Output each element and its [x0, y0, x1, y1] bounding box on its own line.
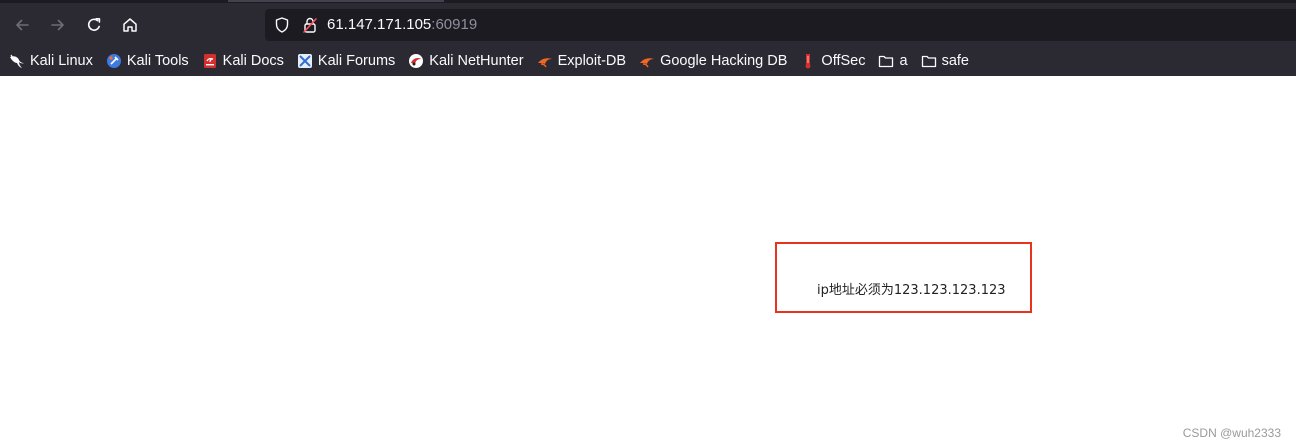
bookmark-kali-docs[interactable]: Kali Docs: [202, 49, 284, 73]
watermark: CSDN @wuh2333: [1182, 426, 1281, 440]
bookmark-exploit-db[interactable]: Exploit-DB: [537, 49, 627, 73]
bookmark-label: a: [899, 53, 908, 69]
bookmark-offsec[interactable]: OffSec: [800, 49, 865, 73]
home-icon: [123, 18, 137, 32]
url-host: 61.147.171.105: [327, 16, 432, 33]
home-button[interactable]: [115, 10, 145, 40]
reload-icon: [87, 18, 101, 31]
bookmark-label: Kali Forums: [317, 53, 396, 69]
address-bar[interactable]: 61.147.171.105:60919: [265, 9, 1296, 41]
bookmark-label: Kali Docs: [222, 53, 284, 69]
bookmark-folder-safe[interactable]: safe: [921, 49, 969, 73]
shield-icon[interactable]: [273, 16, 291, 34]
annotation-highlight-box: [775, 242, 1032, 313]
kali-dragon-icon: [10, 54, 24, 68]
tab-strip: [0, 0, 1296, 3]
kali-nethunter-icon: [409, 54, 424, 68]
bookmark-kali-linux[interactable]: Kali Linux: [9, 49, 93, 73]
browser-chrome: 61.147.171.105:60919 Kali Linux Kali Too…: [0, 0, 1296, 76]
page-message: ip地址必须为123.123.123.123: [817, 283, 1006, 298]
navigation-toolbar: 61.147.171.105:60919: [0, 6, 1296, 44]
kali-docs-icon: [203, 54, 216, 68]
ghdb-icon: [640, 58, 655, 68]
bookmark-label: Kali Tools: [126, 53, 189, 69]
reload-button[interactable]: [79, 10, 109, 40]
bookmark-label: Exploit-DB: [557, 53, 627, 69]
bookmark-google-hacking-db[interactable]: Google Hacking DB: [639, 49, 787, 73]
forward-button[interactable]: [43, 10, 73, 40]
url-text[interactable]: 61.147.171.105:60919: [327, 15, 477, 35]
bookmark-label: Google Hacking DB: [660, 53, 788, 69]
arrow-left-icon: [16, 19, 29, 31]
offsec-icon: [805, 54, 811, 69]
folder-icon: [879, 55, 894, 68]
bookmark-kali-nethunter[interactable]: Kali NetHunter: [408, 49, 524, 73]
bookmark-folder-a[interactable]: a: [878, 49, 908, 73]
kali-forums-icon: [297, 54, 312, 68]
insecure-lock-icon[interactable]: [301, 16, 319, 34]
bookmark-kali-tools[interactable]: Kali Tools: [106, 49, 189, 73]
url-port: :60919: [431, 16, 478, 33]
active-tab-edge[interactable]: [228, 0, 444, 2]
bookmark-label: OffSec: [821, 53, 866, 69]
bookmark-label: safe: [941, 53, 969, 69]
bookmark-label: Kali NetHunter: [429, 53, 524, 69]
back-button[interactable]: [7, 10, 37, 40]
exploit-db-icon: [537, 58, 552, 68]
arrow-right-icon: [51, 19, 64, 31]
bookmark-label: Kali Linux: [30, 53, 93, 69]
bookmarks-toolbar: Kali Linux Kali Tools Kali Docs Kali For…: [0, 48, 1296, 74]
folder-icon: [921, 55, 936, 68]
page-content: ip地址必须为123.123.123.123 CSDN @wuh2333: [0, 76, 1296, 448]
kali-tools-icon: [106, 54, 121, 68]
bookmark-kali-forums[interactable]: Kali Forums: [297, 49, 395, 73]
